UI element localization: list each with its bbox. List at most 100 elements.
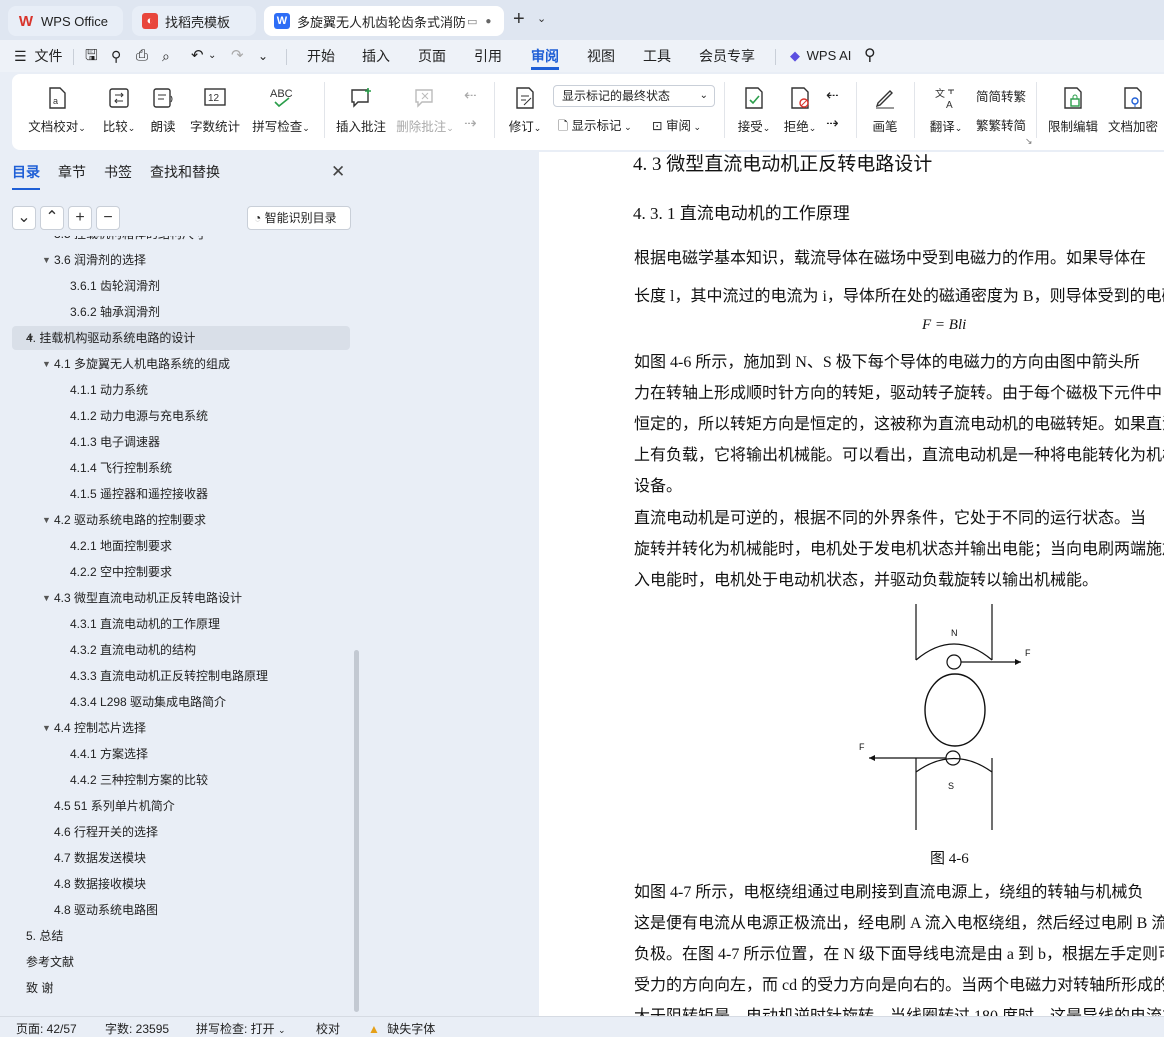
tab-template[interactable]: ◐ 找稻壳模板 — [132, 6, 256, 36]
menu-reference[interactable]: 引用 — [474, 40, 502, 72]
toc-item[interactable]: 3.5 挂载机构箱体的结构尺寸 — [12, 236, 350, 246]
expand-down-button[interactable]: ⌄ — [12, 206, 36, 230]
menu-start[interactable]: 开始 — [307, 40, 335, 72]
chevron-down-icon[interactable]: ⌄ — [537, 12, 546, 25]
toc-item[interactable]: 4.8 驱动系统电路图 — [12, 898, 350, 922]
toc-item[interactable]: 4.1.3 电子调速器 — [12, 430, 350, 454]
delete-comment-button[interactable]: 删除批注⌄ — [394, 84, 456, 144]
toc-item[interactable]: 4.3.3 直流电动机正反转控制电路原理 — [12, 664, 350, 688]
menu-file[interactable]: ☰ 文件 — [14, 40, 62, 72]
print-preview-icon[interactable]: ⌕ — [162, 40, 170, 72]
revise-button[interactable]: 修订⌄ — [504, 84, 546, 144]
spell-check-indicator[interactable]: 拼写检查: 打开 ⌄ — [196, 1020, 286, 1037]
toc-item[interactable]: 4.4.2 三种控制方案的比较 — [12, 768, 350, 792]
toc-item[interactable]: 4.3.4 L298 驱动集成电路简介 — [12, 690, 350, 714]
expand-triangle-icon[interactable]: ▼ — [42, 248, 51, 272]
toc-item[interactable]: 4.7 数据发送模块 — [12, 846, 350, 870]
screen-icon[interactable]: ▭ — [467, 15, 477, 28]
menu-review[interactable]: 审阅 — [531, 40, 559, 70]
toc-item[interactable]: ▼ 3.6 润滑剂的选择 — [12, 248, 350, 272]
menu-wps-ai[interactable]: ◆ WPS AI — [790, 40, 851, 72]
quick-access-more-icon[interactable]: ⌄ — [258, 40, 268, 72]
print-icon[interactable]: ⎙ — [136, 40, 148, 72]
previous-revision-icon[interactable]: ⇠ — [826, 86, 839, 104]
undo-icon[interactable]: ↶ — [191, 40, 204, 72]
reject-button[interactable]: 拒绝⌄ — [780, 84, 820, 144]
toc-item[interactable]: 4.8 数据接收模块 — [12, 872, 350, 896]
menu-member[interactable]: 会员专享 — [699, 40, 755, 72]
next-comment-icon[interactable]: ⇢ — [464, 114, 477, 132]
read-aloud-button[interactable]: 朗读 — [148, 84, 178, 144]
previous-comment-icon[interactable]: ⇠ — [464, 86, 477, 104]
collapse-up-button[interactable]: ⌃ — [40, 206, 64, 230]
toc-item[interactable]: 参考文献 — [12, 950, 350, 974]
toc-item[interactable]: 4.3.2 直流电动机的结构 — [12, 638, 350, 662]
search-icon[interactable]: ⚲ — [864, 40, 876, 72]
tab-toc[interactable]: 目录 — [12, 162, 40, 190]
unsaved-dot-icon[interactable]: ● — [485, 16, 491, 27]
toc-item[interactable]: 4.2.2 空中控制要求 — [12, 560, 350, 584]
toc-item[interactable]: 4.1.2 动力电源与充电系统 — [12, 404, 350, 428]
toc-item[interactable]: 4.1.1 动力系统 — [12, 378, 350, 402]
toc-item[interactable]: 4.2.1 地面控制要求 — [12, 534, 350, 558]
restrict-edit-button[interactable]: 限制编辑 — [1046, 84, 1100, 144]
toc-item[interactable]: 4.3.1 直流电动机的工作原理 — [12, 612, 350, 636]
accept-button[interactable]: 接受⌄ — [734, 84, 774, 144]
toc-item[interactable]: 5. 总结 — [12, 924, 350, 948]
to-traditional-button[interactable]: 简简转繁 — [976, 86, 1026, 105]
new-tab-icon[interactable]: + — [513, 8, 525, 31]
toc-item[interactable]: 4.6 行程开关的选择 — [12, 820, 350, 844]
pen-button[interactable]: 画笔 — [868, 84, 902, 144]
toc-item[interactable]: ▼ 4. 挂载机构驱动系统电路的设计 — [12, 326, 350, 350]
spell-check-button[interactable]: ABC 拼写检查⌄ — [250, 84, 312, 144]
redo-icon[interactable]: ↷ — [231, 40, 244, 72]
smart-toc-button[interactable]: ◔ 智能识别目录 — [247, 206, 351, 230]
encrypt-button[interactable]: 文档加密 — [1106, 84, 1160, 144]
expand-triangle-icon[interactable]: ▼ — [42, 508, 51, 532]
toc-item[interactable]: ▼ 4.4 控制芯片选择 — [12, 716, 350, 740]
expand-triangle-icon[interactable]: ▼ — [42, 352, 51, 376]
menu-insert[interactable]: 插入 — [362, 40, 390, 72]
toc-item[interactable]: ▼ 4.1 多旋翼无人机电路系统的组成 — [12, 352, 350, 376]
tab-bookmarks[interactable]: 书签 — [104, 162, 132, 182]
toc-item[interactable]: 3.6.1 齿轮润滑剂 — [12, 274, 350, 298]
missing-font-indicator[interactable]: ▲ 缺失字体 — [368, 1020, 435, 1037]
menu-page[interactable]: 页面 — [418, 40, 446, 72]
share-icon[interactable]: ⚲ — [111, 40, 121, 72]
document-page[interactable]: 4. 3 微型直流电动机正反转电路设计 4. 3. 1 直流电动机的工作原理 根… — [539, 152, 1164, 1016]
next-revision-icon[interactable]: ⇢ — [826, 114, 839, 132]
remove-level-button[interactable]: − — [96, 206, 120, 230]
expand-triangle-icon[interactable]: ▼ — [42, 586, 51, 610]
compare-button[interactable]: 比较⌄ — [96, 84, 142, 144]
tab-document[interactable]: W 多旋翼无人机齿轮齿条式消防 ▭ ● — [264, 6, 504, 36]
close-icon[interactable]: ✕ — [331, 162, 345, 182]
display-state-select[interactable]: 显示标记的最终状态 ⌄ — [553, 85, 715, 107]
translate-button[interactable]: 文A 翻译⌄ — [926, 84, 966, 144]
toc-item[interactable]: ▼ 4.2 驱动系统电路的控制要求 — [12, 508, 350, 532]
toc-item[interactable]: 4.4.1 方案选择 — [12, 742, 350, 766]
toc-item[interactable]: 3.6.2 轴承润滑剂 — [12, 300, 350, 324]
insert-comment-button[interactable]: 插入批注 — [334, 84, 388, 144]
menu-view[interactable]: 视图 — [587, 40, 615, 72]
tab-sections[interactable]: 章节 — [58, 162, 86, 182]
add-level-button[interactable]: + — [68, 206, 92, 230]
tab-find-replace[interactable]: 查找和替换 — [150, 162, 220, 182]
review-pane-button[interactable]: ⊡ 审阅 ⌄ — [652, 115, 701, 134]
menu-tools[interactable]: 工具 — [643, 40, 671, 72]
undo-dropdown-icon[interactable]: ⌄ — [208, 40, 216, 72]
toc-item[interactable]: 4.1.5 遥控器和遥控接收器 — [12, 482, 350, 506]
word-count-indicator[interactable]: 字数: 23595 — [105, 1020, 169, 1037]
expand-group-icon[interactable]: ↘ — [1025, 136, 1033, 147]
to-simplified-button[interactable]: 繁繁转简 — [976, 115, 1026, 134]
save-icon[interactable]: 🖫 — [85, 40, 98, 72]
toc-item[interactable]: 致 谢 — [12, 976, 350, 1000]
expand-triangle-icon[interactable]: ▼ — [42, 716, 51, 740]
toc-item[interactable]: 4.1.4 飞行控制系统 — [12, 456, 350, 480]
toc-item[interactable]: ▼ 4.3 微型直流电动机正反转电路设计 — [12, 586, 350, 610]
page-indicator[interactable]: 页面: 42/57 — [16, 1020, 77, 1037]
word-count-button[interactable]: 12 字数统计 — [188, 84, 242, 144]
tab-wps-office[interactable]: W WPS Office — [8, 6, 123, 36]
toc-scrollbar[interactable] — [354, 650, 359, 1012]
doc-check-button[interactable]: a 文档校对⌄ — [28, 84, 86, 144]
proofread-indicator[interactable]: 校对 — [316, 1020, 340, 1037]
